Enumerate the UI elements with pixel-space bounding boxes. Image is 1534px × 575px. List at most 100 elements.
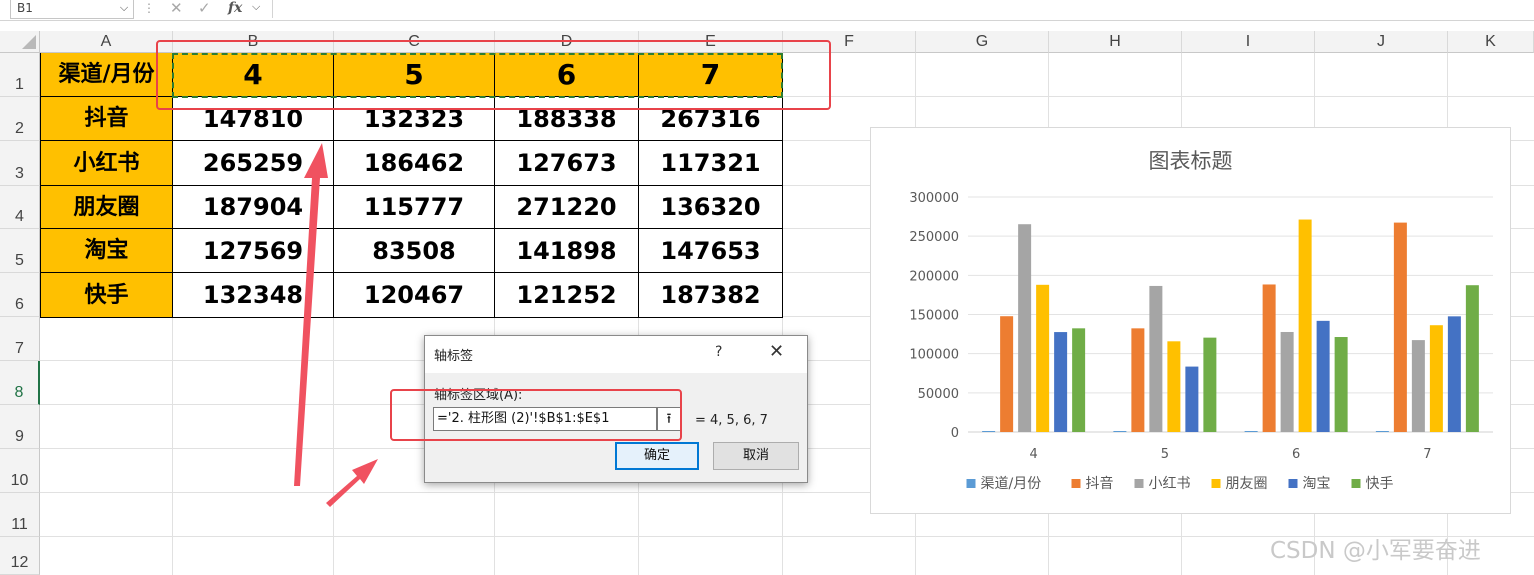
x-tick-label: 6 bbox=[1292, 447, 1300, 462]
chart-plot: 0 50000 100000 150000 200000 250000 300000 4 5 6 7… bbox=[909, 191, 1493, 492]
column-header-a[interactable]: A bbox=[40, 31, 173, 53]
x-tick-label: 5 bbox=[1161, 447, 1169, 462]
table-cell[interactable]: 186462 bbox=[334, 141, 495, 186]
table-cell[interactable]: 121252 bbox=[495, 273, 639, 318]
channel-label-cell[interactable]: 小红书 bbox=[40, 141, 173, 186]
row-header-3[interactable]: 3 bbox=[0, 141, 40, 186]
y-tick-label: 250000 bbox=[909, 230, 959, 245]
row-header-6[interactable]: 6 bbox=[0, 273, 40, 317]
row-header-1[interactable]: 1 bbox=[0, 53, 40, 97]
y-tick-label: 100000 bbox=[909, 348, 959, 363]
cancel-button[interactable]: 取消 bbox=[713, 442, 799, 470]
name-box-dropdown-icon[interactable]: ⌵ bbox=[117, 0, 131, 16]
chart-bar[interactable] bbox=[1072, 328, 1086, 432]
table-cell[interactable]: 187382 bbox=[639, 273, 783, 318]
table-cell[interactable]: 141898 bbox=[495, 229, 639, 273]
range-preview: = 4, 5, 6, 7 bbox=[695, 413, 768, 428]
chart-bar[interactable] bbox=[1375, 431, 1389, 432]
legend-swatch bbox=[1288, 479, 1298, 488]
channel-label-cell[interactable]: 淘宝 bbox=[40, 229, 173, 273]
row-header-11[interactable]: 11 bbox=[0, 493, 40, 537]
table-cell[interactable]: 136320 bbox=[639, 186, 783, 229]
close-icon[interactable]: ✕ bbox=[769, 341, 784, 362]
chart-bar[interactable] bbox=[1131, 328, 1145, 432]
legend-swatch bbox=[1351, 479, 1361, 488]
column-header-j[interactable]: J bbox=[1315, 31, 1448, 53]
table-cell[interactable]: 187904 bbox=[173, 186, 334, 229]
table-corner-cell[interactable]: 渠道/月份 bbox=[40, 53, 173, 97]
table-cell[interactable]: 83508 bbox=[334, 229, 495, 273]
chart-bar[interactable] bbox=[1185, 366, 1199, 432]
row-header-5[interactable]: 5 bbox=[0, 229, 40, 273]
table-cell[interactable]: 115777 bbox=[334, 186, 495, 229]
chart-bar[interactable] bbox=[1447, 316, 1461, 432]
row-header-2[interactable]: 2 bbox=[0, 97, 40, 141]
table-cell[interactable]: 120467 bbox=[334, 273, 495, 318]
chart-bar[interactable] bbox=[1244, 431, 1258, 432]
chart-bar[interactable] bbox=[1149, 285, 1163, 432]
select-all-corner[interactable] bbox=[0, 31, 40, 53]
chart-bar[interactable] bbox=[1298, 219, 1312, 432]
select-all-triangle-icon bbox=[22, 35, 36, 49]
table-cell[interactable]: 147653 bbox=[639, 229, 783, 273]
row-header-12[interactable]: 12 bbox=[0, 537, 40, 575]
name-box[interactable]: B1 ⌵ bbox=[10, 0, 134, 19]
y-tick-label: 150000 bbox=[909, 309, 959, 324]
fx-button[interactable]: fx bbox=[228, 0, 242, 16]
help-icon[interactable]: ? bbox=[715, 344, 722, 360]
dialog-title: 轴标签 bbox=[434, 349, 474, 364]
chart-bar[interactable] bbox=[982, 431, 996, 432]
table-cell[interactable]: 271220 bbox=[495, 186, 639, 229]
chart-bar[interactable] bbox=[1429, 325, 1443, 432]
y-tick-label: 200000 bbox=[909, 269, 959, 284]
table-cell[interactable]: 265259 bbox=[173, 141, 334, 186]
chart-bar[interactable] bbox=[1054, 332, 1068, 432]
chart-bar[interactable] bbox=[1393, 222, 1407, 432]
check-icon[interactable]: ✓ bbox=[198, 0, 211, 17]
legend-label: 快手 bbox=[1366, 476, 1394, 492]
row-header-7[interactable]: 7 bbox=[0, 317, 40, 361]
chart-bar[interactable] bbox=[1316, 320, 1330, 432]
table-cell[interactable]: 132348 bbox=[173, 273, 334, 318]
x-tick-label: 7 bbox=[1423, 447, 1431, 462]
table-cell[interactable]: 117321 bbox=[639, 141, 783, 186]
table-cell[interactable]: 127673 bbox=[495, 141, 639, 186]
chevron-down-icon[interactable]: ⌵ bbox=[252, 0, 260, 14]
row-header-4[interactable]: 4 bbox=[0, 186, 40, 229]
column-header-i[interactable]: I bbox=[1182, 31, 1315, 53]
column-header-g[interactable]: G bbox=[916, 31, 1049, 53]
chart-bar[interactable] bbox=[1465, 285, 1479, 432]
legend-swatch bbox=[1211, 479, 1221, 488]
chart-bar[interactable] bbox=[1036, 284, 1050, 432]
chart-bar[interactable] bbox=[1113, 431, 1127, 432]
column-header-k[interactable]: K bbox=[1448, 31, 1534, 53]
formula-bar: B1 ⌵ ⋮ ✕ ✓ fx ⌵ bbox=[0, 0, 1534, 21]
legend-label: 抖音 bbox=[1086, 475, 1114, 492]
chart-bar[interactable] bbox=[1334, 337, 1348, 432]
legend-label: 朋友圈 bbox=[1226, 476, 1268, 492]
channel-label-cell[interactable]: 朋友圈 bbox=[40, 186, 173, 229]
row-header-8[interactable]: 8 bbox=[0, 361, 40, 405]
row-header-9[interactable]: 9 bbox=[0, 405, 40, 449]
chart-bar[interactable] bbox=[1203, 337, 1217, 432]
formula-input[interactable] bbox=[272, 0, 1534, 18]
legend-label: 渠道/月份 bbox=[981, 476, 1042, 492]
channel-label-cell[interactable]: 抖音 bbox=[40, 97, 173, 141]
formula-bar-dots-icon: ⋮ bbox=[143, 1, 155, 15]
chart-bar[interactable] bbox=[1280, 331, 1294, 432]
chart-bar[interactable] bbox=[1167, 341, 1181, 432]
chart-bar[interactable] bbox=[1018, 224, 1032, 432]
ok-button[interactable]: 确定 bbox=[615, 442, 699, 470]
chart-bar[interactable] bbox=[1411, 340, 1425, 432]
annotation-highlight-box bbox=[390, 389, 682, 441]
column-header-h[interactable]: H bbox=[1049, 31, 1182, 53]
channel-label-cell[interactable]: 快手 bbox=[40, 273, 173, 318]
legend-swatch bbox=[1071, 479, 1081, 488]
chart-bar[interactable] bbox=[1262, 284, 1276, 432]
row-header-10[interactable]: 10 bbox=[0, 449, 40, 493]
table-cell[interactable]: 127569 bbox=[173, 229, 334, 273]
cancel-icon[interactable]: ✕ bbox=[170, 0, 183, 17]
y-tick-label: 0 bbox=[951, 426, 959, 441]
bar-chart[interactable]: 图表标题 0 50000 100000 150000 200000 250000 30000… bbox=[870, 127, 1511, 514]
chart-bar[interactable] bbox=[1000, 316, 1014, 432]
